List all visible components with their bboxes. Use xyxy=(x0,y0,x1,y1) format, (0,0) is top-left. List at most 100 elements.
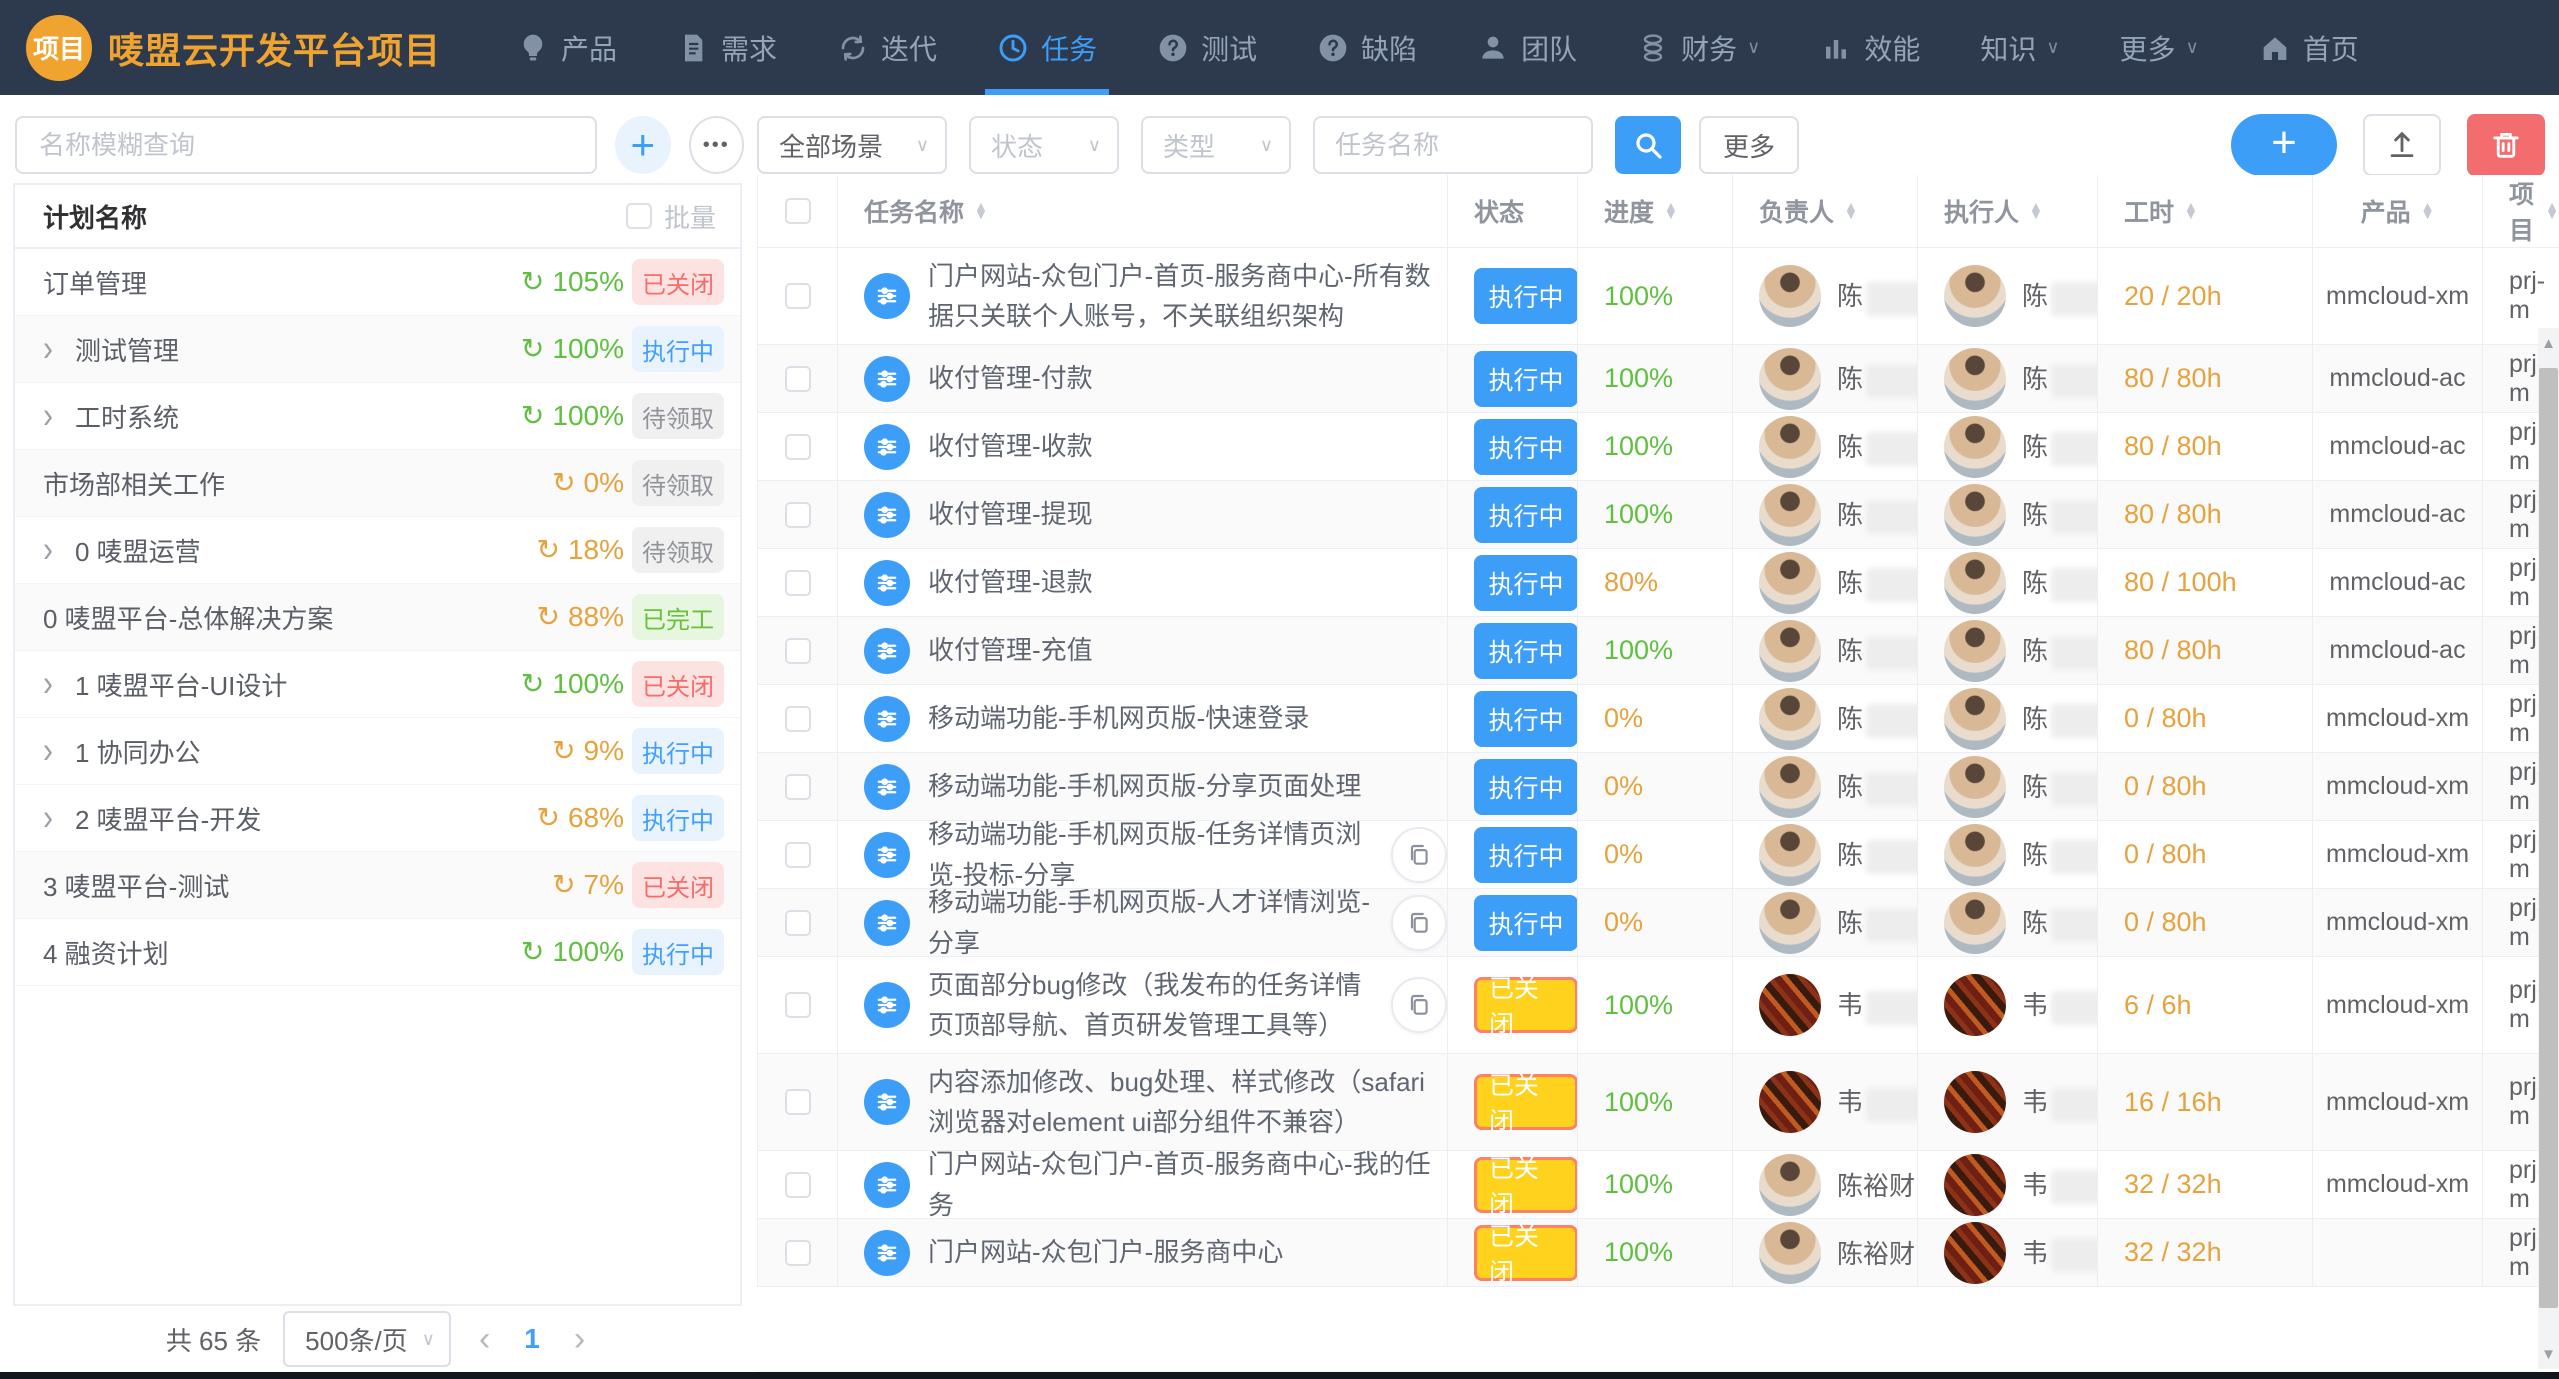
copy-task-button[interactable] xyxy=(1391,827,1447,883)
table-row[interactable]: 移动端功能-手机网页版-快速登录执行中0%陈财陈财0 / 80hmmcloud-… xyxy=(758,685,2559,753)
expand-chevron-icon[interactable]: › xyxy=(43,732,53,770)
nav-item-效能[interactable]: 效能 xyxy=(1790,0,1950,95)
nav-item-缺陷[interactable]: 缺陷 xyxy=(1287,0,1447,95)
scroll-down-icon[interactable]: ▼ xyxy=(2538,1339,2559,1369)
row-checkbox[interactable] xyxy=(785,1089,811,1115)
table-row[interactable]: 页面部分bug修改（我发布的任务详情页顶部导航、首页研发管理工具等）已关闭100… xyxy=(758,957,2559,1054)
nav-item-任务[interactable]: 任务 xyxy=(967,0,1127,95)
plan-row[interactable]: 3 唛盟平台-测试↻7%已关闭 xyxy=(15,852,740,919)
scroll-up-icon[interactable]: ▲ xyxy=(2538,328,2559,358)
column-header-产品[interactable]: 产品▲▼ xyxy=(2313,175,2483,247)
plan-row[interactable]: ›0 唛盟运营↻18%待领取 xyxy=(15,517,740,584)
sort-carets-icon[interactable]: ▲▼ xyxy=(974,203,988,218)
app-logo[interactable]: 项目 xyxy=(26,15,92,81)
task-type-icon xyxy=(864,628,910,674)
row-checkbox[interactable] xyxy=(785,502,811,528)
nav-item-产品[interactable]: 产品 xyxy=(487,0,647,95)
table-row[interactable]: 收付管理-收款执行中100%陈财陈财80 / 80hmmcloud-acprj-… xyxy=(758,413,2559,481)
column-header-执行人[interactable]: 执行人▲▼ xyxy=(1918,175,2098,247)
expand-chevron-icon[interactable]: › xyxy=(43,330,53,368)
nav-item-首页[interactable]: 首页 xyxy=(2229,0,2389,95)
sort-carets-icon[interactable]: ▲▼ xyxy=(2421,203,2435,218)
row-checkbox[interactable] xyxy=(785,638,811,664)
add-plan-button[interactable]: + xyxy=(615,116,671,174)
table-row[interactable]: 内容添加修改、bug处理、样式修改（safari浏览器对element ui部分… xyxy=(758,1054,2559,1151)
expand-chevron-icon[interactable]: › xyxy=(43,665,53,703)
expand-chevron-icon[interactable]: › xyxy=(43,799,53,837)
plan-row[interactable]: ›1 唛盟平台-UI设计↻100%已关闭 xyxy=(15,651,740,718)
row-checkbox[interactable] xyxy=(785,774,811,800)
plan-row[interactable]: 4 融资计划↻100%执行中 xyxy=(15,919,740,986)
plan-page-button-1[interactable]: 1 xyxy=(518,1323,546,1355)
column-header-项目[interactable]: 项目▲▼ xyxy=(2483,175,2559,247)
row-checkbox[interactable] xyxy=(785,366,811,392)
nav-item-测试[interactable]: 测试 xyxy=(1127,0,1287,95)
table-row[interactable]: 收付管理-提现执行中100%陈财陈财80 / 80hmmcloud-acprj-… xyxy=(758,481,2559,549)
plan-next-page-button[interactable]: › xyxy=(568,1320,591,1359)
status-filter-select[interactable]: 状态 ∨ xyxy=(969,116,1119,174)
table-row[interactable]: 门户网站-众包门户-首页-服务商中心-所有数据只关联个人账号，不关联组织架构执行… xyxy=(758,248,2559,345)
row-checkbox[interactable] xyxy=(785,1172,811,1198)
plan-row[interactable]: 市场部相关工作↻0%待领取 xyxy=(15,450,740,517)
row-checkbox[interactable] xyxy=(785,992,811,1018)
search-button[interactable] xyxy=(1615,116,1681,174)
upload-button[interactable] xyxy=(2363,114,2441,176)
row-checkbox[interactable] xyxy=(785,1240,811,1266)
plan-row[interactable]: ›2 唛盟平台-开发↻68%执行中 xyxy=(15,785,740,852)
row-checkbox[interactable] xyxy=(785,570,811,596)
table-row[interactable]: 收付管理-退款执行中80%陈财陈财80 / 100hmmcloud-acprj-… xyxy=(758,549,2559,617)
sort-carets-icon[interactable]: ▲▼ xyxy=(1844,203,1858,218)
column-header-工时[interactable]: 工时▲▼ xyxy=(2098,175,2313,247)
plan-row[interactable]: 0 唛盟平台-总体解决方案↻88%已完工 xyxy=(15,584,740,651)
plan-prev-page-button[interactable]: ‹ xyxy=(473,1320,496,1359)
vertical-scrollbar[interactable]: ▲ ▼ xyxy=(2538,328,2559,1369)
table-row[interactable]: 门户网站-众包门户-首页-服务商中心-我的任务已关闭100%陈裕财韦华32 / … xyxy=(758,1151,2559,1219)
table-row[interactable]: 门户网站-众包门户-服务商中心已关闭100%陈裕财韦华32 / 32hprj-m xyxy=(758,1219,2559,1287)
row-checkbox[interactable] xyxy=(785,842,811,868)
vertical-scrollbar-thumb[interactable] xyxy=(2539,368,2558,1308)
plan-more-button[interactable]: ••• xyxy=(689,116,745,174)
delete-button[interactable] xyxy=(2467,114,2545,176)
sort-carets-icon[interactable]: ▲▼ xyxy=(2184,203,2198,218)
expand-chevron-icon[interactable]: › xyxy=(43,531,53,569)
batch-checkbox[interactable] xyxy=(626,203,652,229)
table-row[interactable]: 收付管理-充值执行中100%陈财陈财80 / 80hmmcloud-acprj-… xyxy=(758,617,2559,685)
plan-row[interactable]: ›1 协同办公↻9%执行中 xyxy=(15,718,740,785)
plan-row[interactable]: 订单管理↻105%已关闭 xyxy=(15,249,740,316)
table-row[interactable]: 移动端功能-手机网页版-人才详情浏览-分享执行中0%陈财陈财0 / 80hmmc… xyxy=(758,889,2559,957)
header-checkbox-cell[interactable] xyxy=(758,175,838,247)
column-header-任务名称[interactable]: 任务名称▲▼ xyxy=(838,175,1448,247)
task-name-input[interactable] xyxy=(1313,116,1593,174)
table-row[interactable]: 移动端功能-手机网页版-分享页面处理执行中0%陈财陈财0 / 80hmmclou… xyxy=(758,753,2559,821)
plan-search-input[interactable] xyxy=(15,116,597,174)
nav-item-团队[interactable]: 团队 xyxy=(1447,0,1607,95)
expand-chevron-icon[interactable]: › xyxy=(43,397,53,435)
row-checkbox[interactable] xyxy=(785,434,811,460)
column-header-进度[interactable]: 进度▲▼ xyxy=(1578,175,1733,247)
copy-task-button[interactable] xyxy=(1391,895,1447,951)
nav-item-知识[interactable]: 知识∨ xyxy=(1950,0,2089,95)
sort-carets-icon[interactable]: ▲▼ xyxy=(1664,203,1678,218)
column-header-负责人[interactable]: 负责人▲▼ xyxy=(1733,175,1918,247)
copy-task-button[interactable] xyxy=(1391,977,1447,1033)
more-filters-button[interactable]: 更多 xyxy=(1699,116,1799,174)
scene-filter-select[interactable]: 全部场景 ∨ xyxy=(757,116,947,174)
plan-page-size-select[interactable]: 500条/页 ∨ xyxy=(283,1311,451,1367)
plan-row[interactable]: ›工时系统↻100%待领取 xyxy=(15,383,740,450)
table-row[interactable]: 收付管理-付款执行中100%陈财陈财80 / 80hmmcloud-acprj-… xyxy=(758,345,2559,413)
row-checkbox[interactable] xyxy=(785,706,811,732)
row-checkbox[interactable] xyxy=(785,910,811,936)
plan-row[interactable]: ›测试管理↻100%执行中 xyxy=(15,316,740,383)
nav-item-需求[interactable]: 需求 xyxy=(647,0,807,95)
table-row[interactable]: 移动端功能-手机网页版-任务详情页浏览-投标-分享执行中0%陈财陈财0 / 80… xyxy=(758,821,2559,889)
sort-carets-icon[interactable]: ▲▼ xyxy=(2545,203,2559,218)
nav-item-迭代[interactable]: 迭代 xyxy=(807,0,967,95)
type-filter-select[interactable]: 类型 ∨ xyxy=(1141,116,1291,174)
sort-carets-icon[interactable]: ▲▼ xyxy=(2029,203,2043,218)
row-checkbox[interactable] xyxy=(785,283,811,309)
nav-item-更多[interactable]: 更多∨ xyxy=(2090,0,2229,95)
plan-row-left: ›0 唛盟运营 xyxy=(43,532,201,569)
add-task-button[interactable]: + xyxy=(2231,114,2337,176)
select-all-checkbox[interactable] xyxy=(785,198,811,224)
nav-item-财务[interactable]: 财务∨ xyxy=(1607,0,1790,95)
